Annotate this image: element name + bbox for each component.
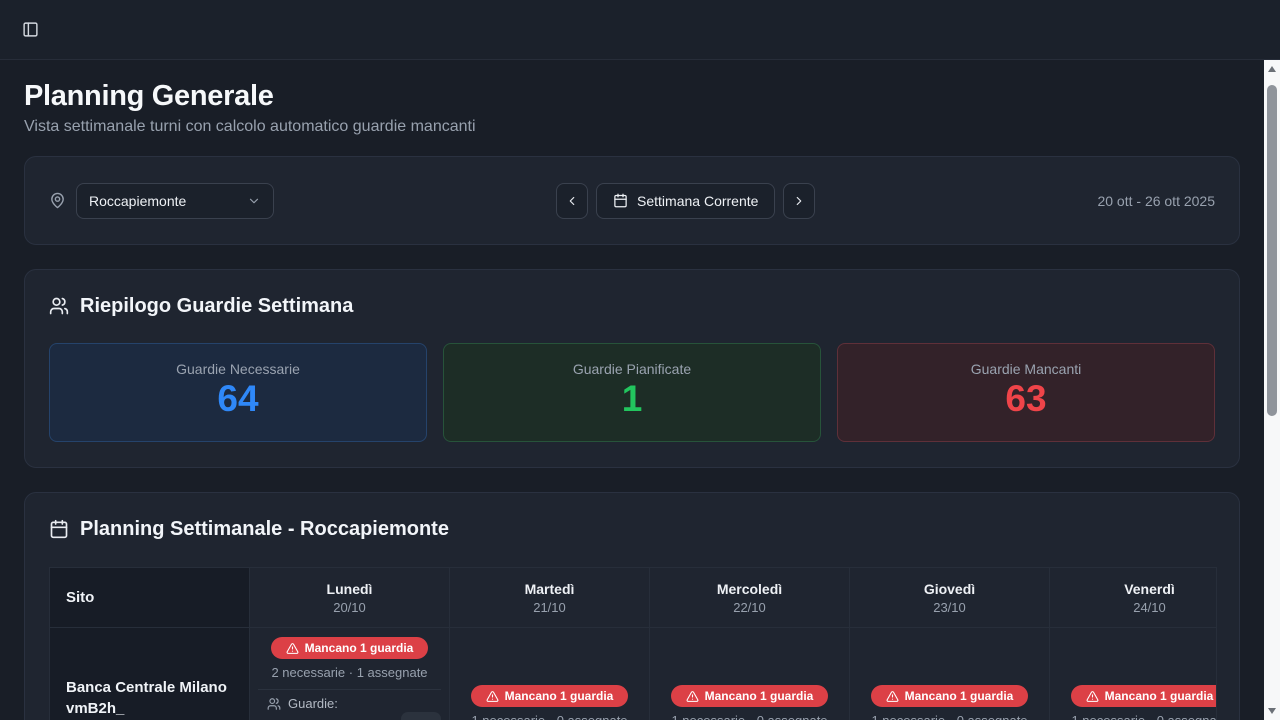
- alert-triangle-icon: [686, 690, 699, 703]
- stat-label: Guardie Pianificate: [444, 361, 820, 377]
- missing-guard-badge: Mancano 1 guardia: [271, 637, 429, 659]
- alert-triangle-icon: [286, 642, 299, 655]
- shift-cell-giovedi: Mancano 1 guardia 1 necessarie · 0 asseg…: [850, 628, 1050, 720]
- coverage-info: 1 necessarie · 0 assegnate: [1050, 713, 1217, 720]
- badge-text: Mancano 1 guardia: [1105, 689, 1214, 703]
- stat-guardie-necessarie: Guardie Necessarie 64: [49, 343, 427, 442]
- summary-stats: Guardie Necessarie 64 Guardie Pianificat…: [49, 343, 1215, 442]
- day-name: Venerdì: [1124, 581, 1175, 597]
- day-date: 22/10: [733, 600, 766, 615]
- guards-label-row: Guardie:: [267, 696, 449, 712]
- current-week-label: Settimana Corrente: [637, 193, 758, 209]
- scrollbar-up-arrow[interactable]: [1268, 66, 1276, 72]
- topbar: [0, 0, 1280, 60]
- chevron-right-icon: [792, 194, 806, 208]
- current-week-button[interactable]: Settimana Corrente: [596, 183, 775, 219]
- badge-text: Mancano 1 guardia: [305, 641, 414, 655]
- missing-guard-badge: Mancano 1 guardia: [1071, 685, 1217, 707]
- table-header-row: Sito Lunedì 20/10 Martedì 21/10 Mercoled…: [50, 568, 1216, 628]
- scrollbar-down-arrow[interactable]: [1268, 708, 1276, 714]
- calendar-icon: [613, 193, 628, 208]
- planning-card: Planning Settimanale - Roccapiemonte Sit…: [24, 492, 1240, 720]
- cell-divider: [258, 689, 441, 690]
- summary-title-text: Riepilogo Guardie Settimana: [80, 294, 353, 318]
- column-header-giovedi: Giovedì 23/10: [850, 568, 1050, 627]
- badge-text: Mancano 1 guardia: [505, 689, 614, 703]
- day-date: 24/10: [1133, 600, 1166, 615]
- sidebar-toggle-button[interactable]: [22, 21, 39, 38]
- planning-table: Sito Lunedì 20/10 Martedì 21/10 Mercoled…: [49, 567, 1217, 720]
- column-header-lunedi: Lunedì 20/10: [250, 568, 450, 627]
- day-date: 21/10: [533, 600, 566, 615]
- summary-card-title: Riepilogo Guardie Settimana: [49, 294, 1215, 318]
- badge-text: Mancano 1 guardia: [705, 689, 814, 703]
- day-date: 20/10: [333, 600, 366, 615]
- badge-text: Mancano 1 guardia: [905, 689, 1014, 703]
- alert-triangle-icon: [1086, 690, 1099, 703]
- stat-label: Guardie Mancanti: [838, 361, 1214, 377]
- toolbar-card: Roccapiemonte Settimana Corrente: [24, 156, 1240, 245]
- day-date: 23/10: [933, 600, 966, 615]
- day-name: Mercoledì: [717, 581, 782, 597]
- next-week-button[interactable]: [783, 183, 815, 219]
- day-name: Martedì: [525, 581, 575, 597]
- table-row: Banca Centrale Milano vmB2h_ Mancano 1 g…: [50, 628, 1216, 720]
- main-content: Planning Generale Vista settimanale turn…: [0, 60, 1264, 720]
- column-header-sito: Sito: [50, 568, 250, 627]
- column-header-venerdi: Venerdì 24/10: [1050, 568, 1217, 627]
- site-name-cell: Banca Centrale Milano vmB2h_: [50, 628, 250, 720]
- planning-card-title: Planning Settimanale - Roccapiemonte: [49, 517, 1215, 541]
- week-navigation: Settimana Corrente: [556, 183, 815, 219]
- shift-cell-mercoledi: Mancano 1 guardia 1 necessarie · 0 asseg…: [650, 628, 850, 720]
- location-select[interactable]: Roccapiemonte: [76, 183, 274, 219]
- planning-title-text: Planning Settimanale - Roccapiemonte: [80, 517, 449, 541]
- stat-value: 63: [838, 379, 1214, 419]
- stat-guardie-pianificate: Guardie Pianificate 1: [443, 343, 821, 442]
- stat-value: 64: [50, 379, 426, 419]
- users-icon: [49, 296, 69, 316]
- column-header-mercoledi: Mercoledì 22/10: [650, 568, 850, 627]
- prev-week-button[interactable]: [556, 183, 588, 219]
- coverage-info: 2 necessarie · 1 assegnate: [250, 665, 449, 680]
- column-header-martedi: Martedì 21/10: [450, 568, 650, 627]
- chevron-left-icon: [565, 194, 579, 208]
- coverage-info: 1 necessarie · 0 assegnate: [850, 713, 1049, 720]
- missing-guard-badge: Mancano 1 guardia: [671, 685, 829, 707]
- coverage-info: 1 necessarie · 0 assegnate: [450, 713, 649, 720]
- map-pin-icon: [49, 192, 66, 209]
- day-name: Lunedì: [327, 581, 373, 597]
- shift-cell-martedi: Mancano 1 guardia 1 necessarie · 0 asseg…: [450, 628, 650, 720]
- coverage-info: 1 necessarie · 0 assegnate: [650, 713, 849, 720]
- stat-value: 1: [444, 379, 820, 419]
- scrollbar-thumb[interactable]: [1267, 85, 1277, 416]
- alert-triangle-icon: [486, 690, 499, 703]
- chevron-down-icon: [247, 194, 261, 208]
- stat-guardie-mancanti: Guardie Mancanti 63: [837, 343, 1215, 442]
- location-select-value: Roccapiemonte: [89, 193, 186, 209]
- summary-card: Riepilogo Guardie Settimana Guardie Nece…: [24, 269, 1240, 468]
- missing-guard-badge: Mancano 1 guardia: [471, 685, 629, 707]
- users-icon: [267, 697, 281, 711]
- shift-cell-venerdi: Mancano 1 guardia 1 necessarie · 0 asseg…: [1050, 628, 1217, 720]
- guards-label: Guardie:: [288, 696, 338, 712]
- shift-cell-lunedi: Mancano 1 guardia 2 necessarie · 1 asseg…: [250, 628, 450, 720]
- page-subtitle: Vista settimanale turni con calcolo auto…: [24, 117, 1240, 136]
- date-range-label: 20 ott - 26 ott 2025: [1097, 193, 1215, 209]
- page-title: Planning Generale: [24, 79, 1240, 113]
- alert-triangle-icon: [886, 690, 899, 703]
- day-name: Giovedì: [924, 581, 975, 597]
- guard-chip[interactable]: [401, 712, 441, 720]
- missing-guard-badge: Mancano 1 guardia: [871, 685, 1029, 707]
- panel-left-icon: [22, 21, 39, 38]
- vertical-scrollbar[interactable]: [1264, 60, 1280, 720]
- calendar-icon: [49, 519, 69, 539]
- stat-label: Guardie Necessarie: [50, 361, 426, 377]
